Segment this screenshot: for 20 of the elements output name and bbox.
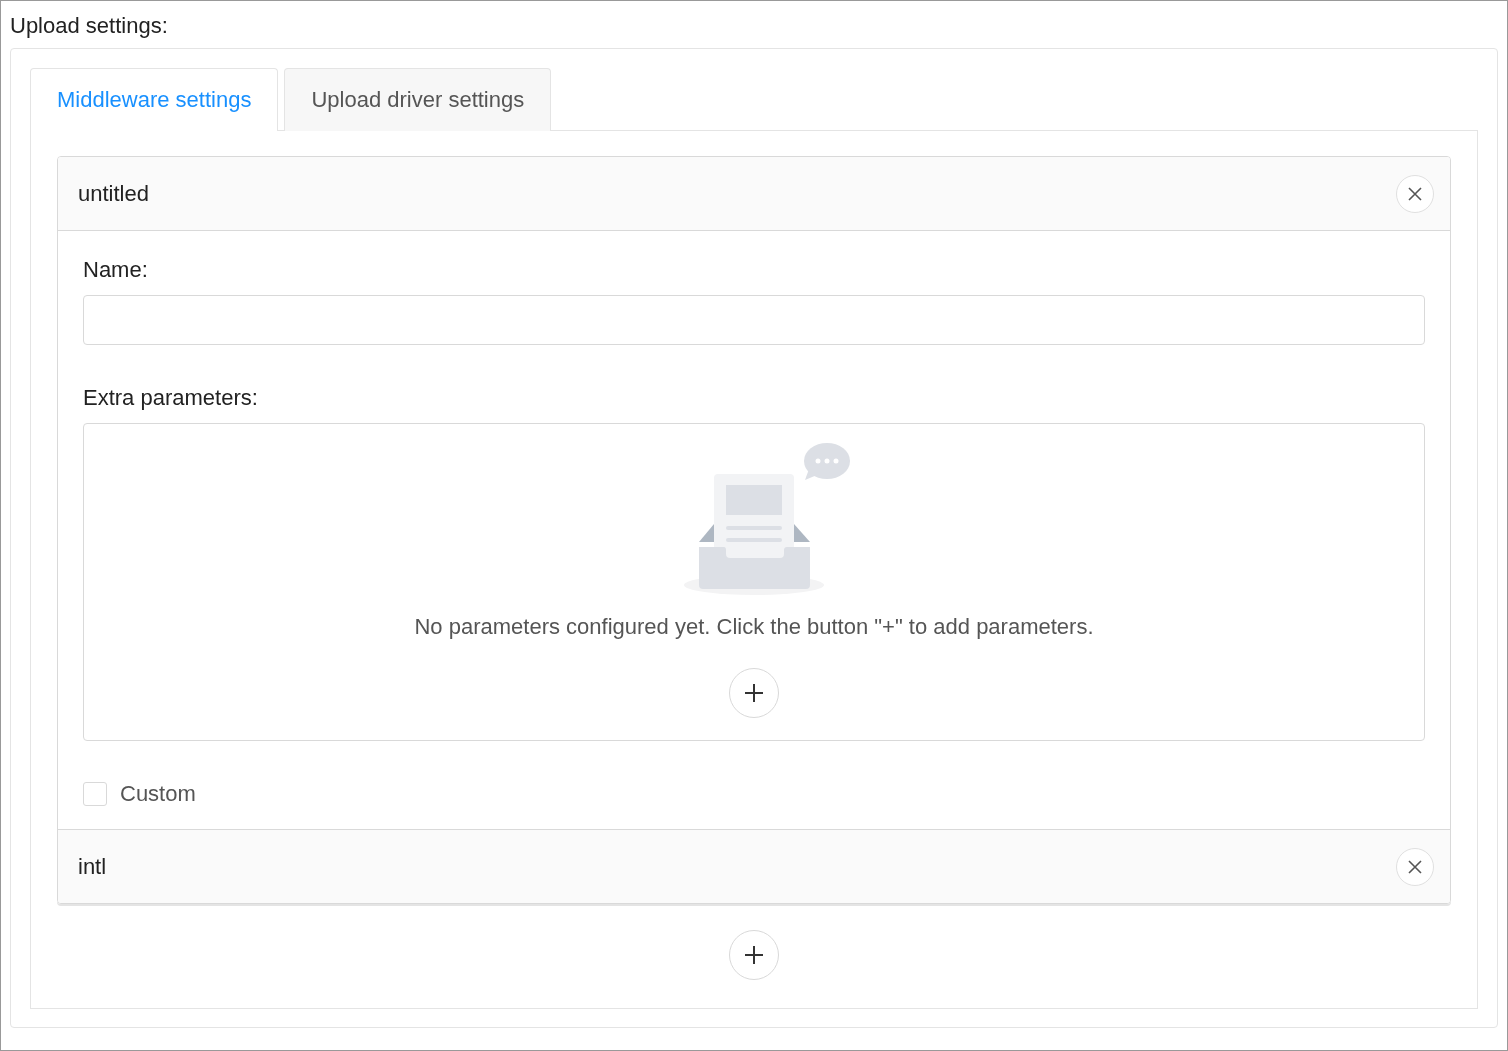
field-label: Name: <box>83 257 149 283</box>
panel-title: intl <box>78 853 107 880</box>
panel-header[interactable]: untitled <box>58 157 1450 230</box>
empty-message: No parameters configured yet. Click the button "+" to add parameters. <box>414 614 1094 640</box>
name-input[interactable] <box>83 295 1425 345</box>
checkbox-label: Custom <box>120 781 196 807</box>
plus-icon <box>744 683 764 703</box>
close-button[interactable] <box>1396 174 1434 213</box>
add-middleware-button[interactable] <box>729 930 779 980</box>
tab[interactable]: Upload driver settings <box>284 68 552 131</box>
panel-header[interactable]: intl <box>58 829 1450 903</box>
panel-title: untitled <box>78 180 149 207</box>
plus-icon <box>744 945 764 965</box>
add-parameter-button[interactable] <box>729 668 779 718</box>
close-icon <box>1408 859 1422 874</box>
custom-checkbox[interactable] <box>83 782 107 806</box>
field-label: Extra parameters: <box>83 385 259 411</box>
close-icon <box>1408 186 1422 201</box>
close-button[interactable] <box>1396 847 1434 886</box>
section-title: Upload settings: <box>10 12 169 40</box>
